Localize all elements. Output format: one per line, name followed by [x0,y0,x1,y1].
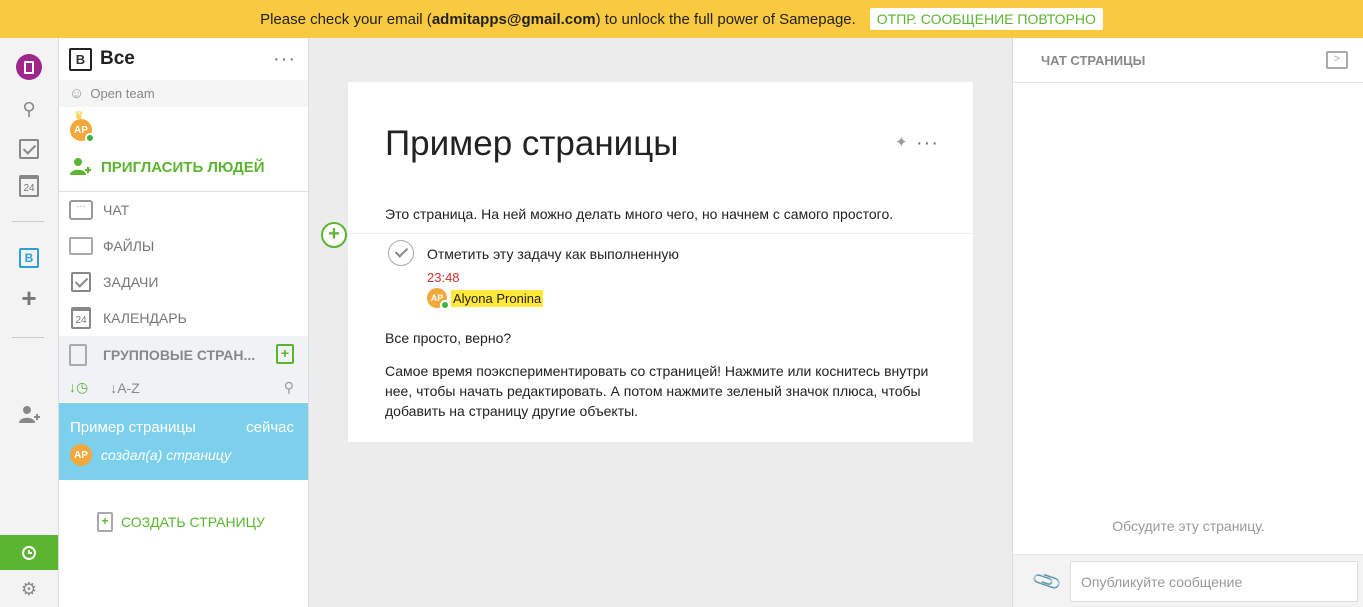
page-list-item[interactable]: Пример страницы сейчас AP создал(а) стра… [59,403,308,480]
sidebar-item-files[interactable]: ФАЙЛЫ [69,234,154,258]
chat-message-input[interactable] [1070,561,1358,602]
add-object-button[interactable]: + [321,222,347,248]
sort-by-time-icon[interactable]: ↓◷ [69,379,88,396]
chat-empty-text: Обсудите эту страницу. [1112,518,1265,534]
team-row[interactable]: ☺ Open team [59,80,308,107]
attach-icon[interactable]: 📎 [1030,564,1064,598]
settings-icon: ⚙ [20,578,38,599]
add-user-icon [19,406,40,423]
sidebar-item-label: ЧАТ [103,202,130,218]
folder-icon [69,234,93,258]
pin-icon[interactable]: ✦ [895,133,908,151]
samepage-logo-button[interactable] [0,52,58,82]
samepage-logo-icon [16,54,42,80]
email-verification-banner: Please check your email (admitapps@gmail… [0,0,1363,38]
chat-icon: ··· [69,198,93,222]
add-team-button[interactable]: + [0,285,58,311]
page-title[interactable]: Пример страницы [385,124,678,164]
sidebar-header: B Все ··· [59,38,308,80]
assignee-name: Alyona Pronina [451,289,544,307]
chat-composer: 📎 [1013,554,1363,607]
divider [348,233,973,234]
more-icon[interactable]: ··· [916,133,939,153]
new-page-icon: + [97,512,113,532]
resend-message-button[interactable]: ОТПР. СООБЩЕНИЕ ПОВТОРНО [869,8,1103,30]
task-checkbox[interactable] [388,240,414,266]
task-text[interactable]: Отметить эту задачу как выполненную [427,246,679,262]
online-status-icon [440,300,450,310]
people-icon: ☺ [69,85,85,102]
banner-email: admitapps@gmail.com [431,10,596,28]
sidebar-item-label: ФАЙЛЫ [103,238,155,254]
collapse-chat-icon[interactable]: > [1326,51,1348,69]
document-icon [69,343,87,366]
sort-az-label: A-Z [117,379,140,396]
rail-divider [12,221,44,222]
create-page-button[interactable]: + СОЗДАТЬ СТРАНИЦУ [97,512,265,532]
search-icon[interactable]: ⚲ [284,379,294,396]
calendar-day: 24 [71,307,91,329]
banner-text: Please check your email (admitapps@gmail… [260,11,856,28]
main-area: Пример страницы ✦ ··· Это страница. На н… [309,38,1012,607]
history-icon [22,545,36,560]
avatar: AP [70,444,92,466]
sort-row: ↓◷ ↓A-Z ⚲ [59,373,308,402]
online-status-icon [85,133,95,143]
tasks-icon [69,270,93,294]
team-b-badge: B [69,47,92,71]
create-page-label: СОЗДАТЬ СТРАНИЦУ [121,514,265,530]
sidebar-item-tasks[interactable]: ЗАДАЧИ [69,270,158,294]
team-b-icon: B [19,248,39,268]
banner-text-after: ) to unlock the full power of Samepage. [595,10,856,28]
team-label: Open team [90,86,155,101]
team-b-button[interactable]: B [0,245,58,271]
settings-button[interactable]: ⚙ [0,576,58,602]
rail-divider [12,337,44,338]
page-chat-panel: ЧАТ СТРАНИЦЫ > Обсудите эту страницу. 📎 [1012,38,1363,607]
task-time: 23:48 [427,270,460,285]
group-pages-row[interactable]: ГРУППОВЫЕ СТРАН... + [59,336,308,373]
avatar: AP [427,288,450,310]
search-icon: ⚲ [22,98,36,119]
sidebar-item-chat[interactable]: ··· ЧАТ [69,198,129,222]
add-icon: + [21,283,37,313]
paragraph[interactable]: Самое время поэкспериментировать со стра… [385,361,945,421]
search-button[interactable]: ⚲ [0,96,58,122]
left-rail: ⚲ 24 B + ⚙ [0,38,59,607]
paragraph[interactable]: Все просто, верно? [385,330,511,346]
history-button[interactable] [0,535,58,570]
sidebar: B Все ··· ☺ Open team ♛ AP ПРИГЛАСИТЬ ЛЮ… [59,38,309,607]
page-item-desc: создал(а) страницу [101,447,231,463]
calendar-icon: 24 [19,175,39,197]
add-user-button[interactable] [0,400,58,430]
owner-avatar[interactable]: AP [70,119,95,143]
group-pages-label: ГРУППОВЫЕ СТРАН... [103,346,256,363]
chat-header: ЧАТ СТРАНИЦЫ > [1013,38,1363,83]
invite-people-button[interactable]: ПРИГЛАСИТЬ ЛЮДЕЙ [69,156,265,178]
sidebar-title: Все [100,48,135,69]
chat-title: ЧАТ СТРАНИЦЫ [1041,53,1146,68]
calendar-button[interactable]: 24 [0,172,58,200]
invite-user-icon [70,158,91,175]
page-item-title: Пример страницы [70,419,196,436]
add-page-icon[interactable]: + [276,344,294,364]
page-item-time: сейчас [246,419,294,436]
more-icon[interactable]: ··· [273,49,296,69]
invite-label: ПРИГЛАСИТЬ ЛЮДЕЙ [101,158,265,176]
paragraph[interactable]: Это страница. На ней можно делать много … [385,206,893,222]
tasks-icon [19,139,39,159]
sidebar-divider [59,191,308,192]
sidebar-item-label: КАЛЕНДАРЬ [103,310,187,326]
sidebar-item-label: ЗАДАЧИ [103,274,159,290]
task-assignee[interactable]: AP Alyona Pronina [427,288,544,310]
calendar-icon: 24 [69,306,93,330]
avatar-initials: AP [74,449,88,461]
tasks-button[interactable] [0,136,58,162]
page-card[interactable]: Пример страницы ✦ ··· Это страница. На н… [321,82,973,442]
banner-text-before: Please check your email ( [260,10,432,28]
sidebar-item-calendar[interactable]: 24 КАЛЕНДАРЬ [69,306,187,330]
sort-az-button[interactable]: ↓A-Z [110,380,140,396]
